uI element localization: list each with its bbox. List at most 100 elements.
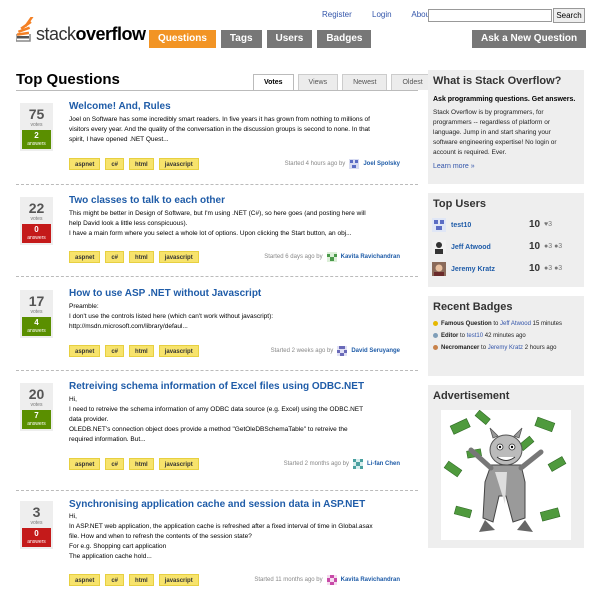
badge-user-link[interactable]: test10 — [467, 333, 483, 339]
question-owner: Started 2 months ago by Li-fan Chen — [284, 459, 400, 469]
tag-csharp[interactable]: c# — [105, 574, 125, 586]
badge-to-text: to — [493, 321, 499, 328]
question-divider — [16, 490, 418, 491]
question-excerpt: Preamble: I don't use the controls liste… — [69, 302, 417, 332]
tag-html[interactable]: html — [129, 458, 154, 470]
top-user-row[interactable]: Jeff Atwood 10 ●3 ●3 — [432, 239, 582, 257]
started-text: Started 6 days ago by — [264, 254, 323, 260]
owner-name-link[interactable]: Li-fan Chen — [367, 461, 400, 467]
user-avatar-icon[interactable] — [432, 262, 446, 276]
gold-badge-icon — [433, 321, 438, 326]
badge-to-text: to — [460, 333, 466, 340]
nav-badges[interactable]: Badges — [317, 30, 372, 48]
tag-aspnet[interactable]: aspnet — [69, 574, 101, 586]
nav-users[interactable]: Users — [266, 30, 313, 48]
owner-name-link[interactable]: Joel Spolsky — [363, 161, 400, 167]
owner-name-link[interactable]: Kavita Ravichandran — [341, 254, 400, 260]
register-link[interactable]: Register — [322, 10, 352, 19]
tab-votes[interactable]: Votes — [253, 74, 294, 91]
tag-csharp[interactable]: c# — [105, 345, 125, 357]
tag-aspnet[interactable]: aspnet — [69, 158, 101, 170]
user-avatar-icon[interactable] — [326, 575, 337, 585]
tag-csharp[interactable]: c# — [105, 458, 125, 470]
question-title-link[interactable]: Retreiving schema information of Excel f… — [69, 381, 364, 392]
tag-html[interactable]: html — [129, 158, 154, 170]
tag-javascript[interactable]: javascript — [158, 574, 199, 586]
question-title-link[interactable]: How to use ASP .NET without Javascript — [69, 288, 261, 299]
nav-tags[interactable]: Tags — [220, 30, 262, 48]
tag-list: aspnet c# html javascript — [69, 158, 199, 170]
nav-questions[interactable]: Questions — [149, 30, 216, 48]
owner-name-link[interactable]: David Seruyange — [351, 348, 400, 354]
tag-csharp[interactable]: c# — [105, 251, 125, 263]
user-reputation: 10 — [529, 263, 541, 274]
user-avatar-icon[interactable] — [353, 459, 363, 469]
top-user-row[interactable]: test10 10 ♥3 — [432, 217, 582, 235]
ask-question-button[interactable]: Ask a New Question — [472, 30, 587, 48]
tag-javascript[interactable]: javascript — [158, 458, 199, 470]
tag-javascript[interactable]: javascript — [158, 158, 199, 170]
badge-time: 42 minutes ago — [484, 333, 526, 340]
top-user-row[interactable]: Jeremy Kratz 10 ●3 ●3 — [432, 261, 582, 279]
sort-tabs: Votes Views Newest Oldest — [253, 74, 434, 91]
tag-javascript[interactable]: javascript — [158, 345, 199, 357]
badge-name-link[interactable]: Necromancer — [441, 345, 479, 351]
question-divider — [16, 370, 418, 371]
tag-html[interactable]: html — [129, 345, 154, 357]
question-stats: 17 votes 4 answers — [20, 290, 53, 338]
badge-name-link[interactable]: Editor — [441, 333, 458, 339]
excerpt-line: help David look a little less conspicuou… — [69, 220, 188, 227]
question-excerpt: This might be better in Design of Softwa… — [69, 209, 417, 239]
owner-name-link[interactable]: Kavita Ravichandran — [341, 577, 400, 583]
tag-aspnet[interactable]: aspnet — [69, 251, 101, 263]
user-name-link[interactable]: Jeff Atwood — [451, 244, 491, 251]
user-avatar-icon[interactable] — [349, 159, 360, 169]
user-avatar-icon[interactable] — [432, 240, 446, 254]
excerpt-line: I don't use the controls listed here (wh… — [69, 313, 274, 320]
vote-label: votes — [30, 402, 43, 408]
question-title-link[interactable]: Synchronising application cache and sess… — [69, 499, 365, 510]
excerpt-line: Hi, — [69, 396, 77, 403]
learn-more-link[interactable]: Learn more » — [428, 158, 584, 170]
user-avatar-icon[interactable] — [326, 252, 337, 262]
tag-html[interactable]: html — [129, 251, 154, 263]
excerpt-line: The application cache hold... — [69, 553, 152, 560]
user-avatar-icon[interactable] — [432, 218, 446, 232]
title-divider — [16, 90, 418, 91]
excerpt-line: In ASP.NET web application, the applicat… — [69, 523, 373, 530]
question-title-link[interactable]: Two classes to talk to each other — [69, 195, 225, 206]
answer-label: answers — [27, 328, 46, 334]
question-title-link[interactable]: Welcome! And, Rules — [69, 101, 171, 112]
badge-award-row: Editor to test10 42 minutes ago — [433, 333, 526, 339]
user-name-link[interactable]: test10 — [451, 222, 471, 229]
question-stats: 3 votes 0 answers — [20, 501, 53, 549]
started-text: Started 2 weeks ago by — [270, 348, 334, 354]
answer-count: 7 — [34, 411, 39, 420]
user-name-link[interactable]: Jeremy Kratz — [451, 266, 495, 273]
search-button[interactable]: Search — [553, 8, 585, 23]
tag-aspnet[interactable]: aspnet — [69, 458, 101, 470]
logo-text-overflow: overflow — [75, 24, 147, 44]
login-link[interactable]: Login — [372, 10, 392, 19]
tag-csharp[interactable]: c# — [105, 158, 125, 170]
tag-html[interactable]: html — [129, 574, 154, 586]
search-input[interactable] — [428, 9, 552, 22]
page-title: Top Questions — [16, 71, 120, 88]
ad-cartoon-image[interactable] — [441, 410, 571, 540]
answer-count-box: 7 answers — [22, 410, 51, 429]
tag-aspnet[interactable]: aspnet — [69, 345, 101, 357]
badge-user-link[interactable]: Jeremy Kratz — [488, 345, 523, 351]
user-avatar-icon[interactable] — [337, 346, 348, 356]
tab-newest[interactable]: Newest — [342, 74, 388, 90]
badge-name-link[interactable]: Famous Question — [441, 321, 492, 327]
question-excerpt: Hi, I need to retreive the schema inform… — [69, 395, 417, 445]
site-logo[interactable]: stackoverflow — [16, 17, 146, 45]
about-heading: What is Stack Overflow? — [433, 75, 562, 87]
about-box: What is Stack Overflow? Ask programming … — [428, 70, 584, 184]
tag-javascript[interactable]: javascript — [158, 251, 199, 263]
about-text-line: account is required. Ever. — [433, 149, 507, 156]
badge-user-link[interactable]: Jeff Atwood — [500, 321, 531, 327]
question-summary: 22 votes 0 answers Two classes to talk t… — [16, 192, 418, 280]
tab-views[interactable]: Views — [297, 74, 339, 90]
vote-count: 3 — [32, 504, 41, 520]
